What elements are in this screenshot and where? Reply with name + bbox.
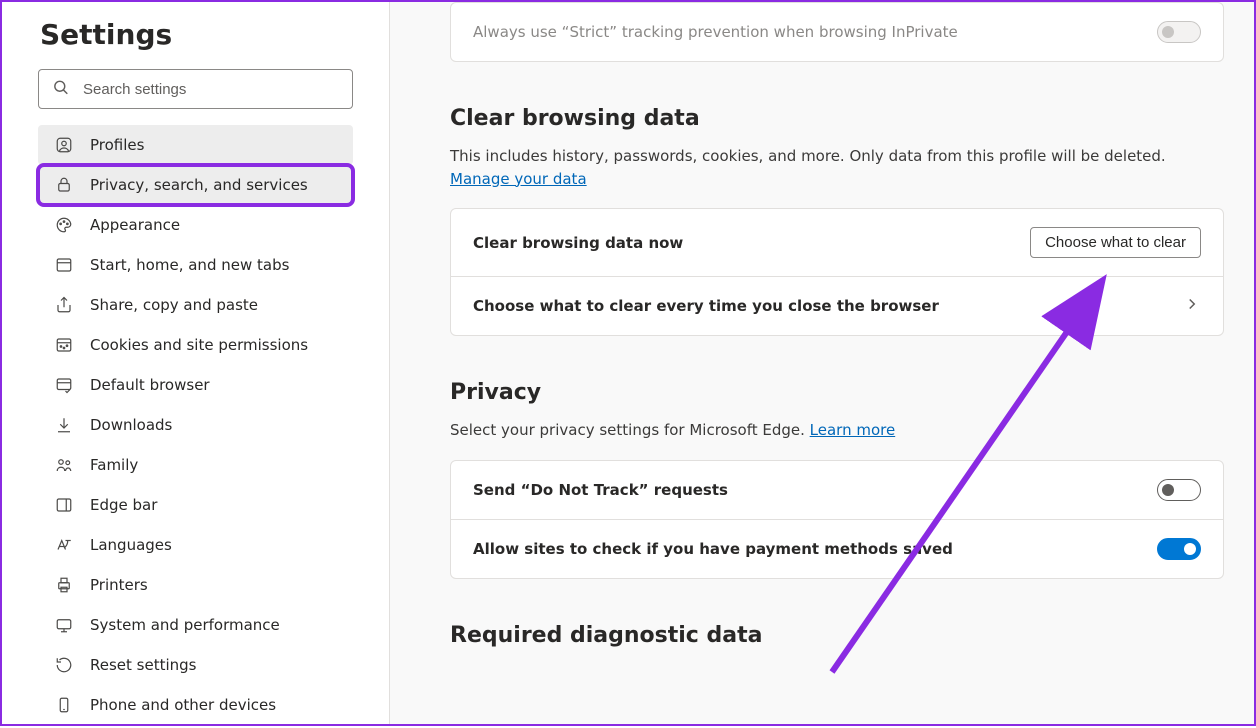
sidebar-item-downloads[interactable]: Downloads: [38, 405, 353, 445]
page-title: Settings: [40, 18, 353, 51]
privacy-title: Privacy: [450, 380, 1224, 405]
sidebar-item-cookies[interactable]: Cookies and site permissions: [38, 325, 353, 365]
sidebar-item-label: Profiles: [90, 136, 144, 154]
sidebar-item-default-browser[interactable]: Default browser: [38, 365, 353, 405]
sidebar-item-reset[interactable]: Reset settings: [38, 645, 353, 685]
clear-data-desc-text: This includes history, passwords, cookie…: [450, 147, 1166, 165]
family-icon: [54, 455, 74, 475]
cookies-icon: [54, 335, 74, 355]
tracking-strict-card: Always use “Strict” tracking prevention …: [450, 2, 1224, 62]
search-input[interactable]: [38, 69, 353, 109]
choose-what-to-clear-button[interactable]: Choose what to clear: [1030, 227, 1201, 258]
payment-row: Allow sites to check if you have payment…: [451, 519, 1223, 578]
languages-icon: [54, 535, 74, 555]
window-icon: [54, 255, 74, 275]
sidebar-item-share[interactable]: Share, copy and paste: [38, 285, 353, 325]
payment-label: Allow sites to check if you have payment…: [473, 540, 953, 558]
sidebar-item-printers[interactable]: Printers: [38, 565, 353, 605]
clear-data-now-row: Clear browsing data now Choose what to c…: [451, 209, 1223, 276]
share-icon: [54, 295, 74, 315]
sidebar-item-label: Reset settings: [90, 656, 197, 674]
sidebar-item-family[interactable]: Family: [38, 445, 353, 485]
privacy-desc: Select your privacy settings for Microso…: [450, 419, 1224, 442]
dnt-row: Send “Do Not Track” requests: [451, 461, 1223, 519]
phone-icon: [54, 695, 74, 715]
tracking-strict-toggle[interactable]: [1157, 21, 1201, 43]
chevron-right-icon: [1183, 295, 1201, 317]
sidebar-item-label: Printers: [90, 576, 148, 594]
sidebar-item-system[interactable]: System and performance: [38, 605, 353, 645]
sidebar-item-label: Family: [90, 456, 138, 474]
sidebar-item-label: Phone and other devices: [90, 696, 276, 714]
profiles-icon: [54, 135, 74, 155]
sidebar-item-appearance[interactable]: Appearance: [38, 205, 353, 245]
privacy-learn-more-link[interactable]: Learn more: [810, 421, 896, 439]
sidebar-item-label: Downloads: [90, 416, 172, 434]
sidebar-item-label: Start, home, and new tabs: [90, 256, 289, 274]
sidebar-item-label: Cookies and site permissions: [90, 336, 308, 354]
sidebar-item-label: Privacy, search, and services: [90, 176, 308, 194]
sidebar-item-label: Edge bar: [90, 496, 157, 514]
payment-toggle[interactable]: [1157, 538, 1201, 560]
diag-title: Required diagnostic data: [450, 623, 1224, 648]
clear-data-now-label: Clear browsing data now: [473, 234, 683, 252]
tracking-strict-label: Always use “Strict” tracking prevention …: [473, 23, 958, 41]
sidebar-item-label: Default browser: [90, 376, 210, 394]
search-icon: [52, 79, 69, 100]
sidebar-item-label: Share, copy and paste: [90, 296, 258, 314]
privacy-card: Send “Do Not Track” requests Allow sites…: [450, 460, 1224, 579]
printer-icon: [54, 575, 74, 595]
manage-your-data-link[interactable]: Manage your data: [450, 170, 587, 188]
sidebar-item-phone[interactable]: Phone and other devices: [38, 685, 353, 724]
sidebar-item-label: Appearance: [90, 216, 180, 234]
sidebar-item-languages[interactable]: Languages: [38, 525, 353, 565]
download-icon: [54, 415, 74, 435]
settings-nav: Profiles Privacy, search, and services A…: [38, 125, 353, 724]
lock-icon: [54, 175, 74, 195]
settings-sidebar: Settings Profiles Privacy, search, an: [2, 2, 390, 724]
clear-on-close-label: Choose what to clear every time you clos…: [473, 297, 939, 315]
dnt-toggle[interactable]: [1157, 479, 1201, 501]
browser-check-icon: [54, 375, 74, 395]
palette-icon: [54, 215, 74, 235]
clear-data-desc: This includes history, passwords, cookie…: [450, 145, 1224, 190]
clear-data-card: Clear browsing data now Choose what to c…: [450, 208, 1224, 336]
sidebar-item-label: Languages: [90, 536, 172, 554]
settings-main: Always use “Strict” tracking prevention …: [390, 2, 1254, 724]
privacy-desc-text: Select your privacy settings for Microso…: [450, 421, 810, 439]
clear-data-title: Clear browsing data: [450, 106, 1224, 131]
system-icon: [54, 615, 74, 635]
reset-icon: [54, 655, 74, 675]
sidebar-item-profiles[interactable]: Profiles: [38, 125, 353, 165]
search-wrap: [38, 69, 353, 109]
sidebar-item-start[interactable]: Start, home, and new tabs: [38, 245, 353, 285]
sidebar-item-label: System and performance: [90, 616, 280, 634]
dnt-label: Send “Do Not Track” requests: [473, 481, 728, 499]
tracking-strict-row: Always use “Strict” tracking prevention …: [451, 3, 1223, 61]
sidebar-item-edge-bar[interactable]: Edge bar: [38, 485, 353, 525]
sidebar-item-privacy[interactable]: Privacy, search, and services: [38, 165, 353, 205]
edge-bar-icon: [54, 495, 74, 515]
clear-on-close-row[interactable]: Choose what to clear every time you clos…: [451, 276, 1223, 335]
